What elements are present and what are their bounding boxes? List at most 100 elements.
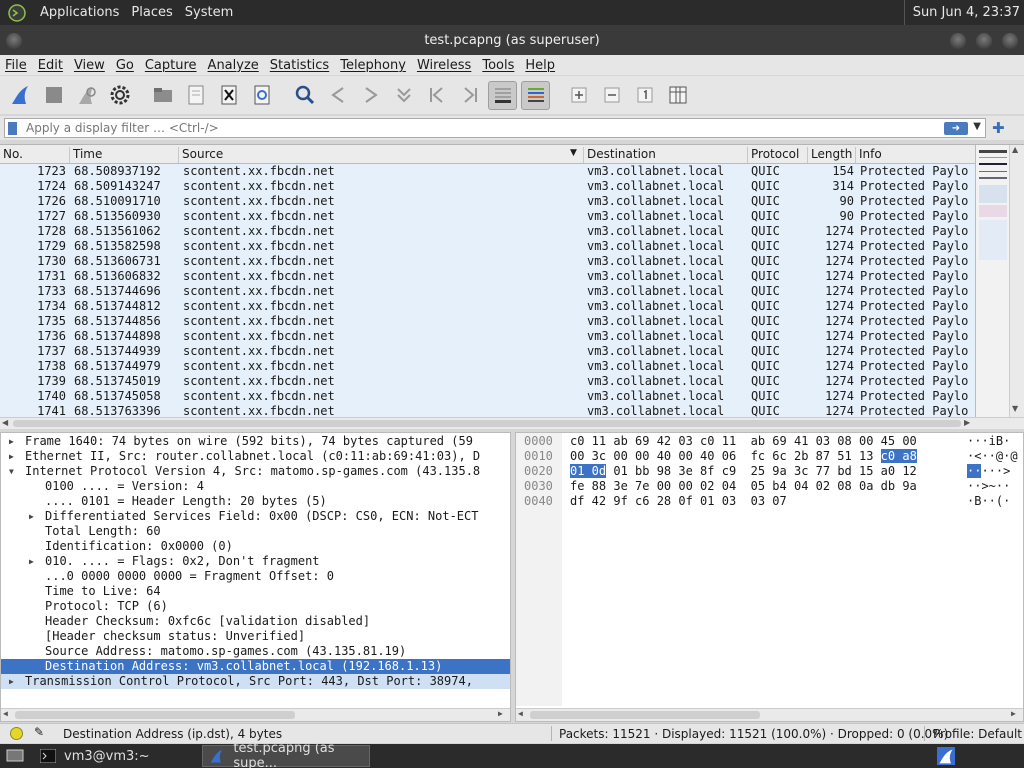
column-protocol[interactable]: Protocol [748,147,808,163]
bytes-hex[interactable]: 01 0d 01 bb 98 3e 8f c9 25 9a 3c 77 bd 1… [570,464,917,479]
panel-clock[interactable]: Sun Jun 4, 23:37 [903,0,1020,25]
close-file-button[interactable] [214,81,243,110]
filter-history-dropdown-icon[interactable]: ▼ [973,121,981,132]
menu-statistics[interactable]: Statistics [265,58,335,73]
reload-file-button[interactable] [247,81,276,110]
zoom-out-button[interactable] [597,81,626,110]
packet-row[interactable]: 1740 68.513745058 scontent.xx.fbcdn.net vm3… [0,389,975,404]
details-tree-item[interactable]: Time to Live: 64 [1,584,510,599]
details-tree-item[interactable]: 0100 .... = Version: 4 [1,479,510,494]
restart-capture-button[interactable] [72,81,101,110]
window-titlebar[interactable]: test.pcapng (as superuser) [0,25,1024,55]
menu-go[interactable]: Go [111,58,140,73]
capture-comment-icon[interactable]: ✎ [34,725,44,739]
capture-options-button[interactable] [105,81,134,110]
details-tree-item[interactable]: ▶ 010. .... = Flags: 0x2, Don't fragment [1,554,510,569]
go-forward-button[interactable] [356,81,385,110]
menu-analyze[interactable]: Analyze [203,58,265,73]
details-tree-item[interactable]: ▶ Frame 1640: 74 bytes on wire (592 bits)… [1,434,510,449]
menu-edit[interactable]: Edit [33,58,69,73]
menu-wireless[interactable]: Wireless [412,58,477,73]
packet-list-vscrollbar[interactable]: ▲ ▼ [1009,145,1024,417]
packet-row[interactable]: 1736 68.513744898 scontent.xx.fbcdn.net vm3… [0,329,975,344]
expand-arrow-icon[interactable]: ▶ [29,554,39,569]
bytes-hex[interactable]: fe 88 3e 7e 00 00 02 04 05 b4 04 02 08 0… [570,479,917,494]
menu-view[interactable]: View [69,58,111,73]
panel-menu-system[interactable]: System [179,5,239,20]
packet-row[interactable]: 1727 68.513560930 scontent.xx.fbcdn.net vm3… [0,209,975,224]
task-terminal[interactable]: vm3@vm3:~ [34,745,200,767]
window-menu-button[interactable] [6,33,22,49]
details-tree-item[interactable]: ▶ Transmission Control Protocol, Src Port… [1,674,510,689]
bytes-row[interactable]: 0030 fe 88 3e 7e 00 00 02 04 05 b4 04 02 … [516,479,1023,494]
column-destination[interactable]: Destination [584,147,748,163]
bytes-row[interactable]: 0000 c0 11 ab 69 42 03 c0 11 ab 69 41 03 … [516,434,1023,449]
details-tree-item[interactable]: Identification: 0x0000 (0) [1,539,510,554]
details-tree-item[interactable]: ▶ Ethernet II, Src: router.collabnet.loca… [1,449,510,464]
details-tree-item[interactable]: ...0 0000 0000 0000 = Fragment Offset: 0 [1,569,510,584]
filter-bookmark-icon[interactable] [8,122,17,135]
column-source[interactable]: Source [179,147,584,163]
menu-telephony[interactable]: Telephony [335,58,412,73]
packet-row[interactable]: 1735 68.513744856 scontent.xx.fbcdn.net vm3… [0,314,975,329]
panel-menu-places[interactable]: Places [125,5,178,20]
task-wireshark[interactable]: test.pcapng (as supe... [202,741,370,768]
packet-row[interactable]: 1741 68.513763396 scontent.xx.fbcdn.net vm3… [0,404,975,417]
details-tree-item[interactable]: Destination Address: vm3.collabnet.local… [1,659,510,674]
column-no[interactable]: No. [0,147,70,163]
find-packet-button[interactable] [290,81,319,110]
details-hscrollbar[interactable]: ◀ ▶ [1,708,510,721]
menu-file[interactable]: File [0,58,33,73]
bytes-row[interactable]: 0020 01 0d 01 bb 98 3e 8f c9 25 9a 3c 77 … [516,464,1023,479]
packet-row[interactable]: 1726 68.510091710 scontent.xx.fbcdn.net vm3… [0,194,975,209]
save-file-button[interactable] [181,81,210,110]
expert-info-icon[interactable] [10,727,23,740]
tray-wireshark-icon[interactable] [934,745,958,767]
start-capture-button[interactable] [6,81,35,110]
packet-list-hscrollbar[interactable]: ◀ ▶ [0,417,1024,429]
details-tree-item[interactable]: Source Address: matomo.sp-games.com (43.… [1,644,510,659]
packet-row[interactable]: 1723 68.508937192 scontent.xx.fbcdn.net vm3… [0,164,975,179]
distro-logo-icon[interactable] [6,3,28,22]
details-tree-item[interactable]: ▶ Differentiated Services Field: 0x00 (DS… [1,509,510,524]
menu-capture[interactable]: Capture [140,58,203,73]
packet-row[interactable]: 1733 68.513744696 scontent.xx.fbcdn.net vm3… [0,284,975,299]
column-length[interactable]: Length [808,147,856,163]
bytes-hscrollbar[interactable]: ◀ ▶ [516,708,1023,721]
display-filter-input[interactable]: Apply a display filter … <Ctrl-/> ➜ ▼ [4,118,986,138]
packet-minimap[interactable] [975,145,1009,417]
column-info[interactable]: Info [856,147,975,163]
normal-size-button[interactable] [630,81,659,110]
packet-row[interactable]: 1734 68.513744812 scontent.xx.fbcdn.net vm3… [0,299,975,314]
profile-status[interactable]: Profile: Default [933,727,1022,741]
colorize-button[interactable] [521,80,550,110]
go-back-button[interactable] [323,81,352,110]
packet-row[interactable]: 1731 68.513606832 scontent.xx.fbcdn.net vm3… [0,269,975,284]
close-button[interactable] [1002,33,1018,49]
column-time[interactable]: Time [70,147,179,163]
show-desktop-button[interactable] [0,745,32,767]
bytes-row[interactable]: 0010 00 3c 00 00 40 00 40 06 fc 6c 2b 87 … [516,449,1023,464]
bytes-hex[interactable]: df 42 9f c6 28 0f 01 03 03 07 [570,494,787,509]
expand-arrow-icon[interactable]: ▶ [9,434,19,449]
details-tree-item[interactable]: Header Checksum: 0xfc6c [validation disa… [1,614,510,629]
details-tree-item[interactable]: .... 0101 = Header Length: 20 bytes (5) [1,494,510,509]
bytes-ascii[interactable]: ···iB· [967,434,1010,449]
bytes-ascii[interactable]: ·····> [967,464,1010,479]
first-packet-button[interactable] [422,81,451,110]
add-filter-button-icon[interactable]: ✚ [992,119,1005,137]
panel-menu-applications[interactable]: Applications [34,5,125,20]
bytes-hex[interactable]: c0 11 ab 69 42 03 c0 11 ab 69 41 03 08 0… [570,434,917,449]
expanded-arrow-icon[interactable]: ▼ [9,464,19,479]
details-tree-item[interactable]: [Header checksum status: Unverified] [1,629,510,644]
menu-tools[interactable]: Tools [477,58,520,73]
bytes-row[interactable]: 0040 df 42 9f c6 28 0f 01 03 03 07 ·B··(· [516,494,1023,509]
packet-row[interactable]: 1728 68.513561062 scontent.xx.fbcdn.net vm3… [0,224,975,239]
packet-row[interactable]: 1738 68.513744979 scontent.xx.fbcdn.net vm3… [0,359,975,374]
bytes-ascii[interactable]: ··>~·· [967,479,1010,494]
expand-arrow-icon[interactable]: ▶ [9,674,19,689]
minimize-button[interactable] [950,33,966,49]
maximize-button[interactable] [976,33,992,49]
details-tree-item[interactable]: ▼ Internet Protocol Version 4, Src: matom… [1,464,510,479]
open-file-button[interactable] [148,81,177,110]
